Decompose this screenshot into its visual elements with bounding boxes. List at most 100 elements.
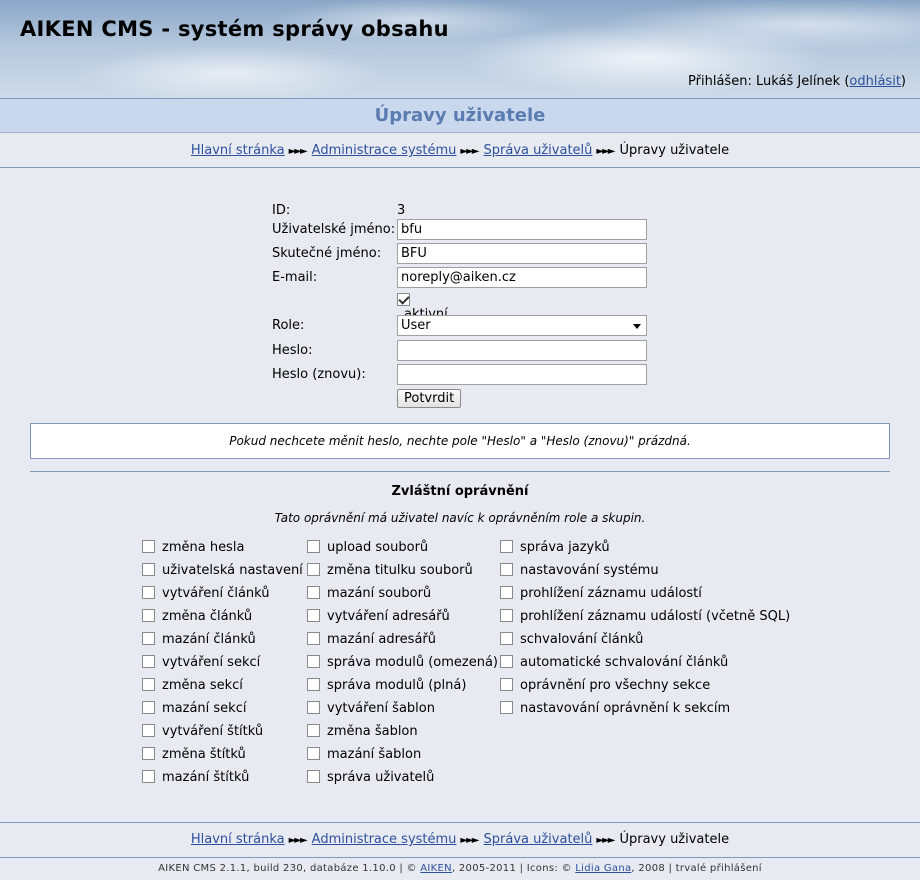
submit-button[interactable]: Potvrdit: [397, 389, 462, 408]
active-checkbox[interactable]: [397, 293, 410, 306]
password-input[interactable]: [397, 340, 647, 361]
footer-icons-link[interactable]: Lidia Gana: [575, 863, 631, 874]
permission-checkbox[interactable]: [142, 701, 155, 714]
permission-label: změna štítků: [162, 747, 246, 762]
permission-checkbox[interactable]: [500, 586, 513, 599]
permission-checkbox[interactable]: [307, 724, 320, 737]
permission-item: mazání šablon: [307, 747, 498, 770]
permission-item: změna hesla: [142, 540, 303, 563]
id-label: ID:: [272, 203, 291, 218]
permission-checkbox[interactable]: [307, 540, 320, 553]
permission-checkbox[interactable]: [142, 609, 155, 622]
breadcrumb-separator-icon: ►►►: [288, 835, 308, 846]
password-note: Pokud nechcete měnit heslo, nechte pole …: [30, 423, 890, 459]
breadcrumb-admin-link[interactable]: Administrace systému: [312, 143, 457, 158]
permission-item: správa modulů (plná): [307, 678, 498, 701]
permission-checkbox[interactable]: [142, 563, 155, 576]
permission-checkbox[interactable]: [500, 632, 513, 645]
breadcrumb-users-link[interactable]: Správa uživatelů: [484, 143, 593, 158]
realname-input[interactable]: BFU: [397, 243, 647, 264]
permission-checkbox[interactable]: [500, 540, 513, 553]
permission-checkbox[interactable]: [142, 770, 155, 783]
permission-checkbox[interactable]: [500, 609, 513, 622]
permission-checkbox[interactable]: [142, 586, 155, 599]
permission-item: změna štítků: [142, 747, 303, 770]
permission-checkbox[interactable]: [142, 678, 155, 691]
permission-checkbox[interactable]: [500, 655, 513, 668]
permission-item: mazání štítků: [142, 770, 303, 793]
permission-label: vytváření adresářů: [327, 609, 450, 624]
email-input[interactable]: noreply@aiken.cz: [397, 267, 647, 288]
role-select[interactable]: User: [397, 315, 647, 336]
logout-link[interactable]: odhlásit: [849, 74, 901, 89]
page-title-band: Úpravy uživatele: [0, 99, 920, 133]
permission-item: vytváření článků: [142, 586, 303, 609]
permission-label: vytváření sekcí: [162, 655, 261, 670]
footer-years: , 2005-2011 | Icons: ©: [451, 863, 576, 874]
breadcrumb-home-link[interactable]: Hlavní stránka: [191, 143, 285, 158]
email-label: E-mail:: [272, 270, 318, 285]
permission-checkbox[interactable]: [307, 586, 320, 599]
breadcrumb-separator-icon: ►►►: [596, 146, 615, 157]
permission-checkbox[interactable]: [142, 632, 155, 645]
password2-input[interactable]: [397, 364, 647, 385]
id-value: 3: [397, 203, 406, 218]
breadcrumb-separator-icon: ►►►: [288, 146, 308, 157]
permission-checkbox[interactable]: [142, 724, 155, 737]
permissions-column-3: správa jazyků nastavování systému prohlíže…: [500, 540, 790, 724]
page-title: Úpravy uživatele: [374, 105, 546, 126]
username-input[interactable]: bfu: [397, 219, 647, 240]
permission-label: mazání sekcí: [162, 701, 247, 716]
permission-item: změna šablon: [307, 724, 498, 747]
permission-checkbox[interactable]: [307, 701, 320, 714]
permission-checkbox[interactable]: [500, 678, 513, 691]
permission-label: upload souborů: [327, 540, 429, 555]
permission-item: oprávnění pro všechny sekce: [500, 678, 790, 701]
permission-label: prohlížení záznamu událostí: [520, 586, 702, 601]
permission-item: změna titulku souborů: [307, 563, 498, 586]
permission-item: mazání adresářů: [307, 632, 498, 655]
permission-checkbox[interactable]: [307, 609, 320, 622]
permission-item: vytváření šablon: [307, 701, 498, 724]
page-footer: AIKEN CMS 2.1.1, build 230, databáze 1.1…: [0, 857, 920, 879]
breadcrumb: Hlavní stránka ►►► Administrace systému ►►►…: [0, 134, 920, 168]
permission-checkbox[interactable]: [307, 678, 320, 691]
breadcrumb-users-link[interactable]: Správa uživatelů: [484, 832, 593, 847]
permission-checkbox[interactable]: [142, 655, 155, 668]
username-label: Uživatelské jméno:: [272, 222, 396, 237]
permission-label: mazání článků: [162, 632, 256, 647]
permission-label: uživatelská nastavení: [162, 563, 303, 578]
permission-checkbox[interactable]: [307, 747, 320, 760]
permission-checkbox[interactable]: [307, 563, 320, 576]
permission-item: změna sekcí: [142, 678, 303, 701]
permission-item: správa modulů (omezená): [307, 655, 498, 678]
chevron-down-icon: [633, 324, 641, 329]
permission-checkbox[interactable]: [142, 747, 155, 760]
footer-aiken-link[interactable]: AIKEN: [420, 863, 452, 874]
password2-label: Heslo (znovu):: [272, 367, 366, 382]
permission-checkbox[interactable]: [500, 701, 513, 714]
login-suffix: ): [900, 74, 906, 89]
permission-checkbox[interactable]: [307, 632, 320, 645]
permission-label: vytváření štítků: [162, 724, 264, 739]
permission-item: správa uživatelů: [307, 770, 498, 793]
permission-label: vytváření článků: [162, 586, 270, 601]
permission-checkbox[interactable]: [142, 540, 155, 553]
breadcrumb-bottom: Hlavní stránka ►►► Administrace systému ►►►…: [0, 822, 920, 856]
permission-label: oprávnění pro všechny sekce: [520, 678, 711, 693]
permission-item: mazání souborů: [307, 586, 498, 609]
permissions-subtitle: Tato oprávnění má uživatel navíc k opráv…: [274, 511, 646, 525]
permission-label: mazání souborů: [327, 586, 432, 601]
footer-icons-year: , 2008 | trvalé přihlášení: [631, 863, 762, 874]
breadcrumb-admin-link[interactable]: Administrace systému: [312, 832, 457, 847]
section-divider: [30, 471, 890, 472]
permission-checkbox[interactable]: [500, 563, 513, 576]
permissions-column-1: změna hesla uživatelská nastavení vytvářen…: [142, 540, 303, 793]
permission-label: vytváření šablon: [327, 701, 435, 716]
permission-label: změna článků: [162, 609, 253, 624]
breadcrumb-home-link[interactable]: Hlavní stránka: [191, 832, 285, 847]
permission-checkbox[interactable]: [307, 655, 320, 668]
permission-label: správa modulů (omezená): [327, 655, 499, 670]
permission-checkbox[interactable]: [307, 770, 320, 783]
role-selected-value: User: [401, 318, 431, 333]
